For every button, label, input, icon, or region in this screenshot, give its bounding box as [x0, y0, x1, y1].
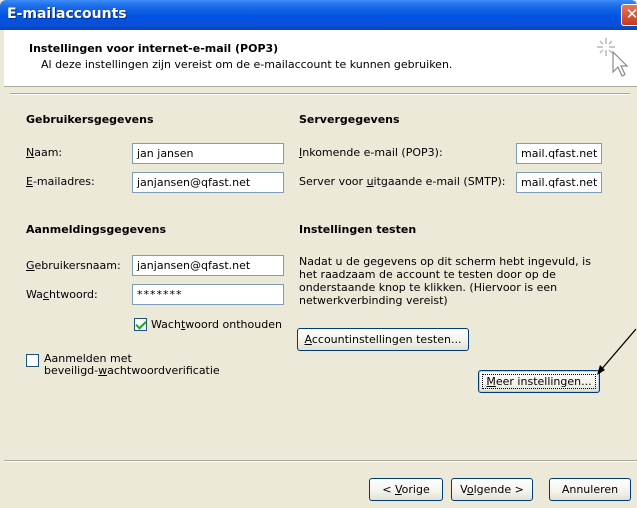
back-button[interactable]: < Vorige	[369, 478, 443, 501]
user-section-title: Gebruikersgegevens	[26, 113, 154, 126]
outgoing-label: Server voor uitgaande e-mail (SMTP):	[299, 175, 506, 188]
page-title: Instellingen voor internet-e-mail (POP3)	[29, 42, 279, 55]
more-settings-button[interactable]: Meer instellingen...	[478, 370, 600, 393]
test-description: Nadat u de gegevens op dit scherm hebt i…	[299, 255, 591, 307]
email-field[interactable]: janjansen@qfast.net	[132, 172, 284, 193]
window-title: E-mailaccounts	[7, 6, 127, 22]
test-section-title: Instellingen testen	[299, 223, 417, 236]
wizard-header: Instellingen voor internet-e-mail (POP3)…	[4, 30, 637, 87]
spa-checkbox[interactable]	[26, 354, 39, 367]
page-subtitle: Al deze instellingen zijn vereist om de …	[41, 58, 453, 71]
server-section-title: Servergegevens	[299, 113, 400, 126]
pointer-arrow-icon	[597, 328, 637, 375]
settings-panel: Gebruikersgegevens Naam: jan jansen E-ma…	[4, 87, 637, 452]
username-label: Gebruikersnaam:	[26, 259, 121, 272]
close-button[interactable]: ✕	[621, 4, 637, 26]
incoming-label: Inkomende e-mail (POP3):	[299, 146, 443, 159]
spa-label: Aanmelden met beveiligd-wachtwoordverifi…	[44, 353, 220, 377]
wizard-cursor-icon	[597, 38, 629, 77]
name-field[interactable]: jan jansen	[132, 143, 284, 164]
outgoing-server-field[interactable]: mail.qfast.net	[516, 172, 602, 193]
remember-password-label: Wachtwoord onthouden	[151, 318, 282, 331]
footer-divider	[4, 460, 637, 462]
close-icon: ✕	[625, 5, 637, 23]
cancel-button[interactable]: Annuleren	[549, 478, 631, 501]
name-label: Naam:	[26, 146, 63, 159]
login-section-title: Aanmeldingsgegevens	[26, 223, 167, 236]
window-titlebar[interactable]: E-mailaccounts ✕	[0, 0, 637, 30]
password-field[interactable]: *******	[132, 284, 284, 305]
username-field[interactable]: janjansen@qfast.net	[132, 255, 284, 276]
incoming-server-field[interactable]: mail.qfast.net	[516, 143, 602, 164]
top-divider	[10, 93, 630, 95]
next-button[interactable]: Volgende >	[451, 478, 533, 501]
password-label: Wachtwoord:	[26, 288, 98, 301]
test-account-settings-button[interactable]: Accountinstellingen testen...	[297, 328, 469, 351]
spa-label-line2: beveiligd-wachtwoordverificatie	[44, 364, 220, 377]
email-label: E-mailadres:	[26, 175, 95, 188]
remember-password-checkbox[interactable]	[134, 318, 147, 331]
